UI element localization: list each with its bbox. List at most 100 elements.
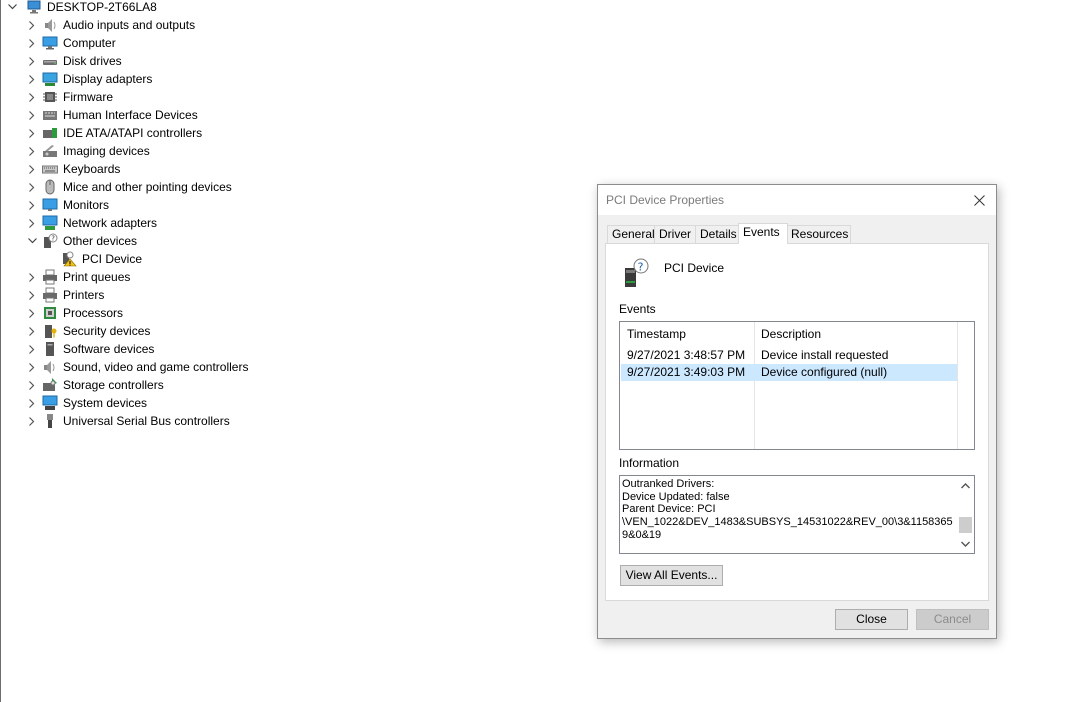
tree-item-ide[interactable]: IDE ATA/ATAPI controllers [26,124,202,142]
tree-item-disk-drives[interactable]: Disk drives [26,52,122,70]
chevron-right-icon[interactable] [26,340,38,358]
chevron-right-icon[interactable] [26,160,38,178]
chevron-right-icon[interactable] [26,34,38,52]
information-scrollbar[interactable] [957,476,974,553]
computer-icon [42,35,58,51]
svg-text:?: ? [51,235,55,243]
chevron-right-icon[interactable] [26,304,38,322]
events-list-header: Timestamp Description [620,322,958,346]
scroll-down-icon[interactable] [957,535,974,552]
chevron-right-icon[interactable] [26,106,38,124]
chevron-down-icon[interactable] [6,0,18,16]
tab-details[interactable]: Details [695,225,743,243]
scroll-up-icon[interactable] [957,477,974,494]
chevron-down-icon[interactable] [26,232,38,250]
window-left-border [0,0,1,702]
events-label: Events [619,302,656,316]
tree-item-monitors[interactable]: Monitors [26,196,109,214]
chevron-right-icon[interactable] [26,178,38,196]
chevron-right-icon[interactable] [26,52,38,70]
tree-item-label: Imaging devices [63,144,150,158]
chevron-right-icon[interactable] [26,70,38,88]
close-button[interactable]: Close [835,609,908,630]
tree-item-label: Sound, video and game controllers [63,360,249,374]
events-tab-panel: ? PCI Device Events Timestamp Descriptio… [605,243,989,601]
tree-item-mice[interactable]: Mice and other pointing devices [26,178,232,196]
chevron-right-icon[interactable] [26,394,38,412]
information-textbox[interactable]: Outranked Drivers: Device Updated: false… [619,475,975,554]
tree-item-storage[interactable]: Storage controllers [26,376,164,394]
tree-item-label: Storage controllers [63,378,164,392]
print-queue-icon [42,269,58,285]
column-divider[interactable] [754,322,755,449]
tree-item-label: Processors [63,306,124,320]
chevron-right-icon[interactable] [26,16,38,34]
tree-item-network[interactable]: Network adapters [26,214,157,232]
chevron-right-icon[interactable] [26,124,38,142]
mouse-icon [42,179,58,195]
monitor-icon [42,197,58,213]
tree-item-audio[interactable]: Audio inputs and outputs [26,16,195,34]
chevron-right-icon[interactable] [26,196,38,214]
chevron-right-icon[interactable] [26,286,38,304]
tree-item-imaging[interactable]: Imaging devices [26,142,150,160]
camera-icon [42,143,58,159]
dialog-title: PCI Device Properties [606,193,725,207]
view-all-events-button[interactable]: View All Events... [620,565,723,586]
tree-item-software[interactable]: Software devices [26,340,154,358]
chevron-right-icon[interactable] [26,214,38,232]
column-divider[interactable] [957,322,958,449]
tree-item-system[interactable]: System devices [26,394,147,412]
information-label: Information [619,456,680,470]
tree-item-display-adapters[interactable]: Display adapters [26,70,152,88]
events-list[interactable]: Timestamp Description 9/27/2021 3:48:57 … [619,321,975,450]
unknown-device-icon: ? [42,233,58,249]
tree-item-firmware[interactable]: Firmware [26,88,113,106]
tab-resources[interactable]: Resources [786,225,851,243]
chevron-right-icon[interactable] [26,322,38,340]
tree-item-usb[interactable]: Universal Serial Bus controllers [26,412,230,430]
event-description: Device configured (null) [761,365,888,379]
tree-item-processors[interactable]: Processors [26,304,123,322]
event-row-selected[interactable]: 9/27/2021 3:49:03 PM Device configured (… [621,364,957,381]
tree-item-label: IDE ATA/ATAPI controllers [63,126,203,140]
chevron-right-icon[interactable] [26,358,38,376]
tree-item-label: Disk drives [63,54,122,68]
close-icon[interactable] [968,189,990,211]
tree-item-label: Keyboards [63,162,121,176]
cancel-button[interactable]: Cancel [916,609,989,630]
tree-item-label: Network adapters [63,216,158,230]
tree-item-label: Print queues [63,270,131,284]
event-timestamp: 9/27/2021 3:48:57 PM [627,348,746,362]
tree-item-label: Printers [63,288,105,302]
dialog-titlebar[interactable]: PCI Device Properties [598,185,996,215]
chevron-right-icon[interactable] [26,376,38,394]
printer-icon [42,287,58,303]
tree-item-security[interactable]: Security devices [26,322,150,340]
scrollbar-thumb[interactable] [959,517,972,533]
tree-item-hid[interactable]: Human Interface Devices [26,106,198,124]
display-adapter-icon [42,71,58,87]
tree-item-pci-device[interactable]: PCI Device [45,250,142,268]
event-row[interactable]: 9/27/2021 3:48:57 PM Device install requ… [621,347,957,364]
column-header-description[interactable]: Description [761,327,821,341]
tree-item-printers[interactable]: Printers [26,286,104,304]
chevron-right-icon[interactable] [26,268,38,286]
tree-item-print-queues[interactable]: Print queues [26,268,130,286]
tree-item-computer[interactable]: Computer [26,34,116,52]
security-device-icon [42,323,58,339]
tab-events[interactable]: Events [738,223,788,244]
column-header-timestamp[interactable]: Timestamp [627,327,686,341]
warning-device-icon [61,251,77,267]
tree-root[interactable]: DESKTOP-2T66LA8 [6,0,157,16]
tree-item-sound[interactable]: Sound, video and game controllers [26,358,248,376]
chevron-right-icon[interactable] [26,412,38,430]
chevron-right-icon[interactable] [26,142,38,160]
tree-item-other-devices[interactable]: ? Other devices [26,232,137,250]
chevron-right-icon[interactable] [26,88,38,106]
information-text[interactable]: Outranked Drivers: Device Updated: false… [622,478,954,542]
tree-item-label: Monitors [63,198,110,212]
tab-driver[interactable]: Driver [654,225,699,243]
tree-item-keyboards[interactable]: Keyboards [26,160,120,178]
system-device-icon [42,395,58,411]
